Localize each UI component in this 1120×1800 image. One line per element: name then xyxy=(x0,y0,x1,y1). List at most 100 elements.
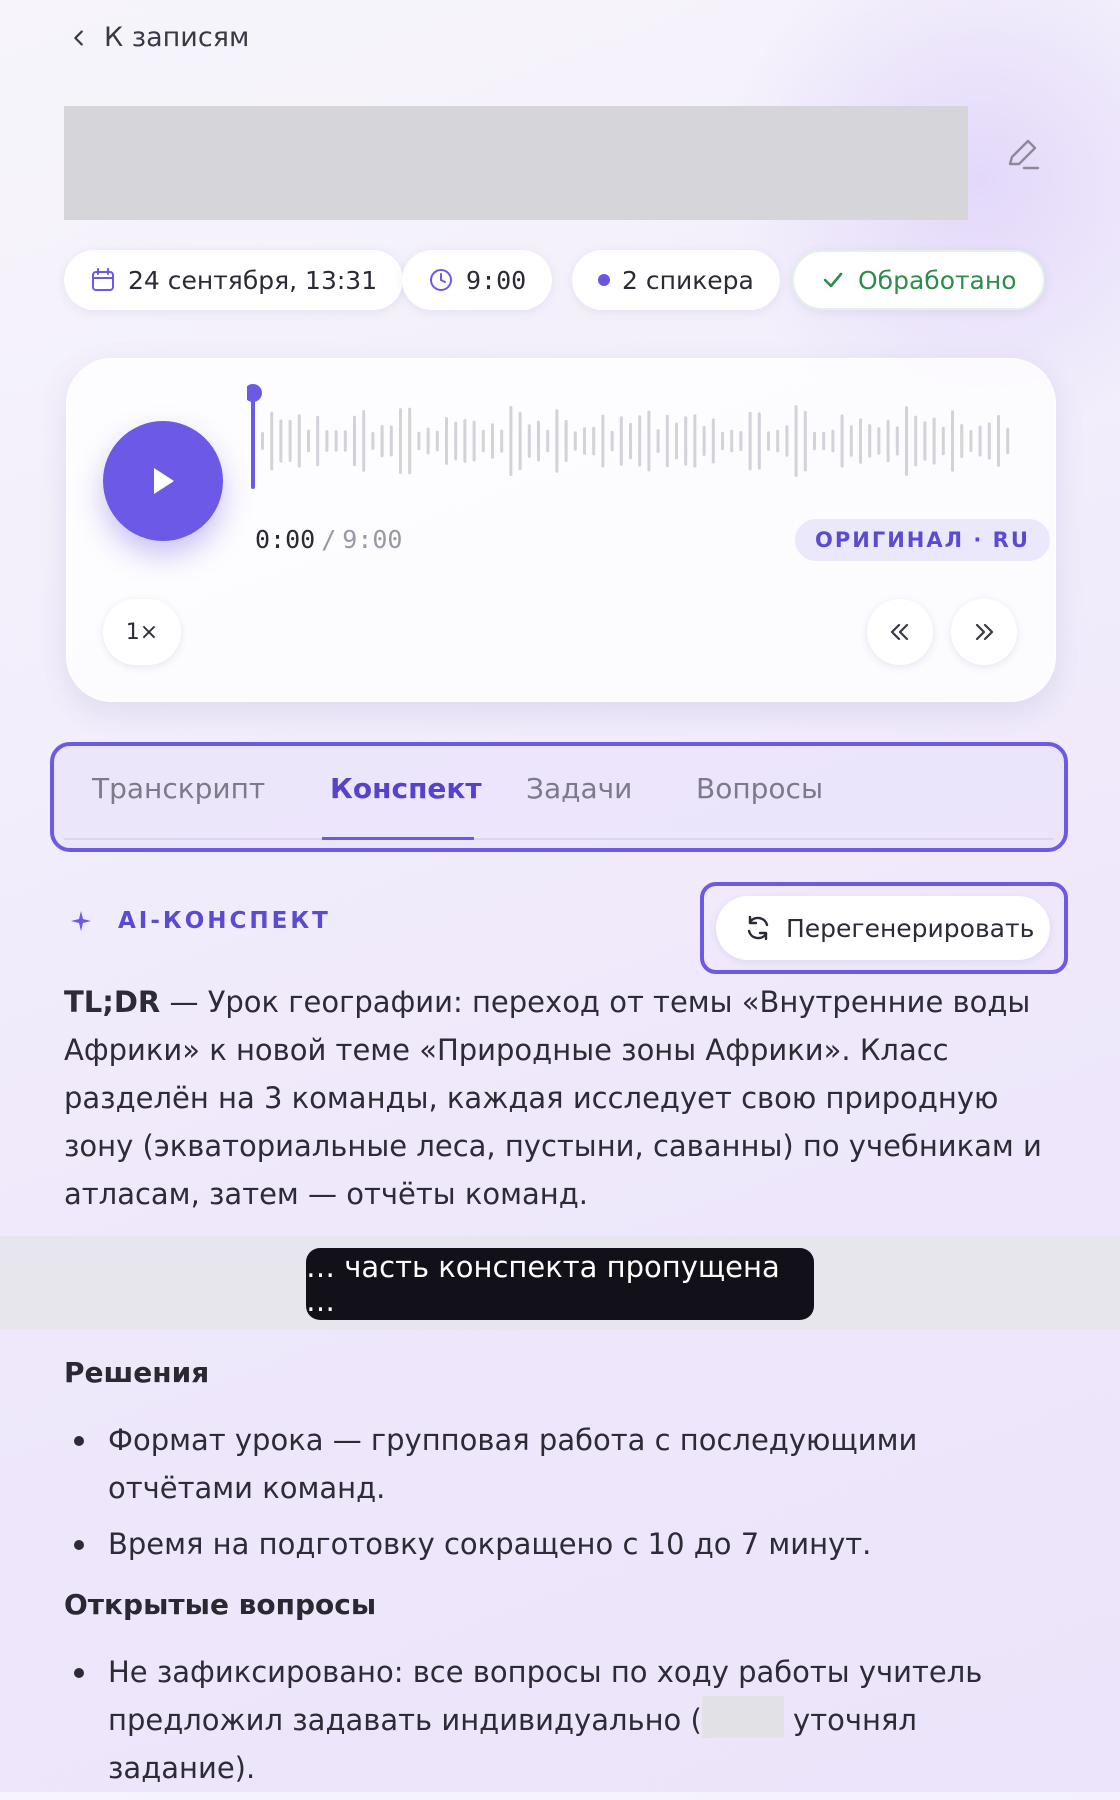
tab-questions[interactable]: Вопросы xyxy=(696,772,823,805)
time-separator: / xyxy=(321,525,337,554)
waveform-bar xyxy=(325,430,329,452)
waveform-bar xyxy=(702,426,706,456)
speakers-chip: 2 спикера xyxy=(572,250,780,310)
waveform-bar xyxy=(730,429,734,453)
waveform-bar xyxy=(665,414,669,468)
record-title-redacted xyxy=(64,106,968,220)
waveform-bar xyxy=(647,410,651,472)
decisions-heading: Решения xyxy=(64,1356,210,1389)
refresh-icon xyxy=(747,915,769,941)
total-time: 9:00 xyxy=(342,525,403,554)
waveform-bar xyxy=(307,429,310,453)
waveform-bar xyxy=(868,424,872,458)
waveform-bar xyxy=(491,423,494,459)
open-questions-list: Не зафиксировано: все вопросы по ходу ра… xyxy=(64,1648,1064,1800)
waveform-bar xyxy=(380,424,384,458)
waveform-bar xyxy=(270,411,274,471)
regenerate-button[interactable]: Перегенерировать xyxy=(716,896,1050,960)
waveform-bar xyxy=(914,415,918,467)
waveform-bar xyxy=(362,410,366,472)
waveform-bar xyxy=(794,405,798,477)
rewind-button[interactable] xyxy=(867,599,933,665)
waveform-bar xyxy=(408,407,412,475)
waveform-bar xyxy=(656,429,660,453)
back-link[interactable]: К записям xyxy=(68,22,249,53)
waveform-bar xyxy=(849,425,853,457)
tabs-divider xyxy=(64,838,1054,840)
check-icon xyxy=(823,272,843,288)
waveform-bar xyxy=(895,426,899,456)
speed-button[interactable]: 1× xyxy=(103,599,181,665)
active-tab-indicator xyxy=(322,837,474,840)
waveform-bar xyxy=(629,422,632,460)
playhead-handle[interactable] xyxy=(247,384,262,402)
waveform-bar xyxy=(353,415,356,467)
play-button[interactable] xyxy=(103,421,223,541)
waveform-bar xyxy=(997,415,1000,467)
status-badge: Обработано xyxy=(792,250,1045,310)
waveform-bar xyxy=(435,430,439,452)
waveform-bar xyxy=(454,421,458,461)
tab-transcript[interactable]: Транскрипт xyxy=(92,772,265,805)
waveform-bar xyxy=(518,411,522,471)
waveform-bar xyxy=(721,431,724,451)
date-chip: 24 сентября, 13:31 xyxy=(64,250,404,310)
waveform-bar xyxy=(951,410,954,472)
waveform-bar xyxy=(675,422,678,460)
audio-player: 0:00/9:00 ОРИГИНАЛ · RU 1× xyxy=(66,358,1056,702)
waveform-bar xyxy=(527,424,531,458)
waveform-bar xyxy=(859,418,862,464)
waveform-bar xyxy=(463,419,467,463)
speaker-dot-icon xyxy=(598,274,610,286)
clock-icon xyxy=(430,269,452,291)
waveform-bar xyxy=(739,431,743,452)
tldr-text: — Урок географии: переход от темы «Внутр… xyxy=(64,985,1042,1211)
waveform-bar xyxy=(693,414,697,468)
waveform-bar xyxy=(555,409,559,473)
waveform-bar xyxy=(923,421,927,461)
waveform-scrubber[interactable] xyxy=(247,383,1017,493)
regenerate-label: Перегенерировать xyxy=(786,913,1035,943)
waveform-bar xyxy=(537,420,540,462)
waveform-bar xyxy=(748,411,752,471)
waveform-bar xyxy=(500,429,504,453)
waveform-bar xyxy=(813,431,816,451)
ai-summary-label: AI-КОНСПЕКТ xyxy=(70,908,331,934)
playhead-line xyxy=(251,397,255,489)
waveform-bar xyxy=(583,427,586,455)
list-item: Время на подготовку сокращено с 10 до 7 … xyxy=(64,1520,1064,1568)
omitted-notice: … часть конспекта пропущена … xyxy=(306,1248,814,1320)
tab-summary[interactable]: Конспект xyxy=(330,772,482,805)
waveform-bar xyxy=(334,430,338,452)
waveform-bar xyxy=(288,419,292,462)
duration-label: 9:00 xyxy=(466,265,527,295)
double-chevron-left-icon xyxy=(890,623,909,641)
duration-chip: 9:00 xyxy=(402,250,553,310)
waveform-bar xyxy=(509,405,513,476)
pencil-icon[interactable] xyxy=(1002,134,1042,174)
open-questions-heading: Открытые вопросы xyxy=(64,1588,377,1621)
calendar-icon xyxy=(92,268,114,291)
waveform-bar xyxy=(279,419,283,463)
waveform-bar xyxy=(969,430,973,452)
tab-tasks[interactable]: Задачи xyxy=(526,772,632,805)
status-label: Обработано xyxy=(858,265,1017,295)
waveform-bar xyxy=(564,419,568,462)
waveform-bar xyxy=(932,417,936,465)
waveform-bar xyxy=(757,412,761,470)
waveform-bar xyxy=(684,416,688,466)
ai-summary-text: AI-КОНСПЕКТ xyxy=(118,908,331,934)
waveform-bar xyxy=(601,414,605,468)
regenerate-highlight: Перегенерировать xyxy=(700,882,1068,974)
waveform-bar xyxy=(831,429,835,453)
waveform-bar xyxy=(886,419,890,463)
waveform-bar xyxy=(803,410,807,472)
waveform-bar xyxy=(987,422,991,460)
waveform-bar xyxy=(978,425,982,457)
waveform-bar xyxy=(472,420,476,462)
forward-button[interactable] xyxy=(951,599,1017,665)
waveform-bar xyxy=(941,426,945,456)
language-badge[interactable]: ОРИГИНАЛ · RU xyxy=(795,519,1050,561)
waveform-bar xyxy=(297,414,301,468)
list-item: Формат урока — групповая работа с послед… xyxy=(64,1416,1064,1512)
